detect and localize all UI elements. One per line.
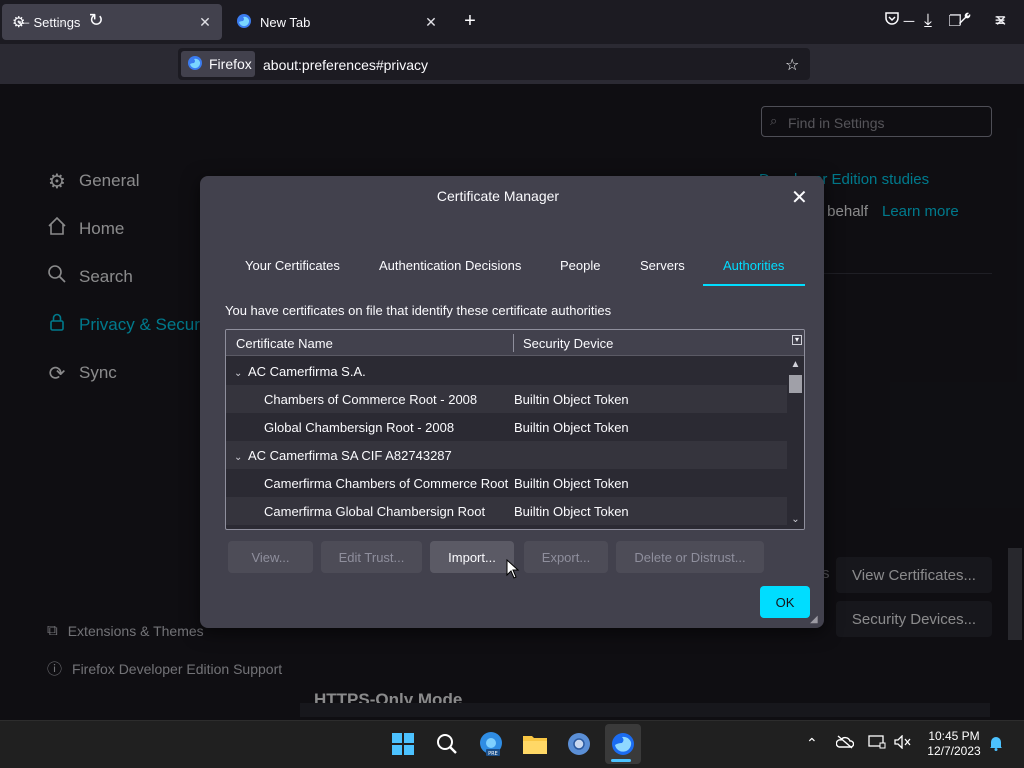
tab-people[interactable]: People: [560, 258, 600, 273]
chevron-up-icon[interactable]: ⌃: [806, 735, 818, 752]
chevron-down-icon[interactable]: ⌄: [234, 452, 248, 463]
menu-icon[interactable]: ≡: [986, 8, 1014, 32]
windows-start-icon[interactable]: [387, 728, 419, 760]
tree-row[interactable]: Chambers of Commerce Root - 2008 Builtin…: [226, 385, 787, 413]
tab-servers[interactable]: Servers: [640, 258, 685, 273]
identity-label: Firefox: [209, 56, 252, 72]
firefox-icon: [187, 55, 203, 74]
volume-muted-icon[interactable]: [894, 734, 912, 752]
edit-trust-button[interactable]: Edit Trust...: [321, 541, 422, 573]
url-text[interactable]: about:preferences#privacy: [263, 57, 428, 73]
column-separator[interactable]: [513, 334, 514, 352]
dialog-title: Certificate Manager: [436, 188, 560, 204]
tab-new-tab[interactable]: New Tab ✕: [226, 4, 448, 40]
wrench-icon[interactable]: [950, 8, 978, 32]
tree-row-group[interactable]: ⌄ AC Camerfirma S.A.: [226, 357, 787, 385]
ok-button[interactable]: OK: [760, 586, 810, 618]
scrollbar-thumb[interactable]: [789, 375, 802, 393]
tree-row[interactable]: Global Chambersign Root - 2008 Builtin O…: [226, 413, 787, 441]
file-explorer-icon[interactable]: [519, 728, 551, 760]
new-tab-button[interactable]: +: [458, 10, 482, 34]
search-icon[interactable]: [431, 728, 463, 760]
close-tab-icon[interactable]: ✕: [194, 14, 216, 31]
tree-row[interactable]: Camerfirma Global Chambersign Root Built…: [226, 497, 787, 525]
chrome-canary-icon[interactable]: [563, 728, 595, 760]
onedrive-off-icon[interactable]: [835, 735, 855, 752]
tab-title: New Tab: [260, 14, 311, 30]
chevron-down-icon[interactable]: ⌄: [234, 368, 248, 379]
row-name: Camerfirma Chambers of Commerce Root: [264, 475, 509, 491]
row-device: Builtin Object Token: [514, 503, 629, 519]
svg-text:PRE: PRE: [488, 751, 498, 757]
scroll-up-icon[interactable]: ▲: [787, 359, 804, 370]
tab-authorities[interactable]: Authorities: [723, 258, 784, 273]
row-device: Builtin Object Token: [514, 391, 629, 407]
tab-your-certificates[interactable]: Your Certificates: [245, 258, 340, 273]
mouse-cursor-icon: [506, 558, 520, 579]
tree-row-group[interactable]: ⌄ AC Camerfirma SA CIF A82743287: [226, 441, 787, 469]
column-header-certificate-name[interactable]: Certificate Name: [236, 336, 333, 351]
row-device: Builtin Object Token: [514, 419, 629, 435]
row-name: AC Camerfirma SA CIF A82743287: [248, 447, 452, 463]
certificate-tree[interactable]: Certificate Name Security Device ▾ ⌄ AC C…: [225, 329, 805, 530]
scroll-down-icon[interactable]: ⌄: [787, 514, 804, 525]
column-picker-icon[interactable]: ▾: [792, 335, 802, 345]
row-name: Global Chambersign Root - 2008: [264, 419, 455, 435]
export-button[interactable]: Export...: [524, 541, 608, 573]
firefox-dev-icon[interactable]: [607, 728, 639, 760]
delete-or-distrust-button[interactable]: Delete or Distrust...: [616, 541, 764, 573]
back-button[interactable]: ←: [10, 8, 38, 32]
tree-header: Certificate Name Security Device ▾: [226, 330, 804, 356]
dialog-close-icon[interactable]: ✕: [791, 185, 808, 210]
notification-bell-icon[interactable]: [989, 735, 1003, 754]
row-name: Camerfirma Global Chambersign Root: [264, 503, 486, 519]
system-clock[interactable]: 10:45 PM 12/7/2023: [920, 729, 988, 759]
resize-grip-icon[interactable]: ◢: [810, 614, 822, 626]
downloads-icon[interactable]: ⤓: [914, 8, 942, 32]
close-tab-icon[interactable]: ✕: [420, 14, 442, 31]
firefox-icon: [236, 13, 252, 32]
tab-authentication-decisions[interactable]: Authentication Decisions: [379, 258, 521, 273]
forward-button[interactable]: →: [46, 8, 74, 32]
selected-tab-indicator: [703, 284, 805, 286]
import-button[interactable]: Import...: [430, 541, 514, 573]
row-device: Builtin Object Token: [514, 475, 629, 491]
row-name: Chambers of Commerce Root - 2008: [264, 391, 478, 407]
pocket-icon[interactable]: [878, 8, 906, 32]
tree-row[interactable]: Camerfirma Chambers of Commerce Root Bui…: [226, 469, 787, 497]
clock-date: 12/7/2023: [927, 744, 981, 758]
edge-beta-icon[interactable]: PRE: [475, 728, 507, 760]
network-icon[interactable]: [868, 735, 886, 752]
dialog-description: You have certificates on file that ident…: [225, 303, 612, 318]
active-app-indicator: [611, 759, 631, 762]
view-button[interactable]: View...: [228, 541, 313, 573]
identity-box[interactable]: Firefox: [181, 51, 255, 77]
reload-button[interactable]: ↻: [82, 8, 110, 32]
column-header-security-device[interactable]: Security Device: [523, 336, 613, 351]
clock-time: 10:45 PM: [928, 729, 980, 743]
row-name: AC Camerfirma S.A.: [248, 363, 366, 379]
bookmark-star-icon[interactable]: ☆: [785, 55, 799, 75]
